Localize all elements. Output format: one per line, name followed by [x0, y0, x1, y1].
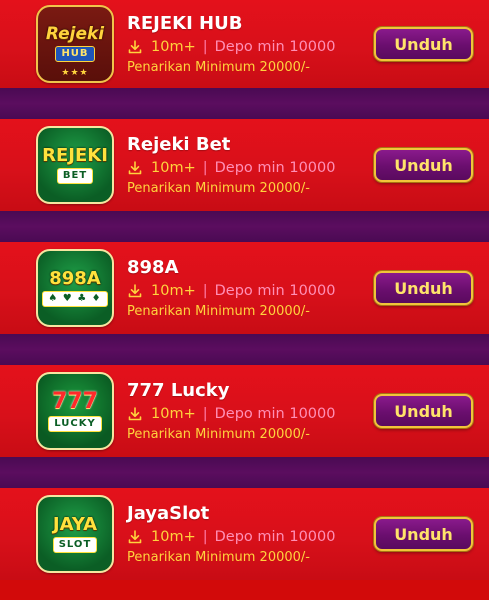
- separator: [0, 457, 489, 488]
- icon-logo-subtext: BET: [56, 167, 94, 184]
- download-button[interactable]: Unduh: [374, 27, 473, 61]
- 898a-app-icon[interactable]: 898A ♠ ♥ ♣ ♦: [36, 249, 114, 327]
- separator: [0, 211, 489, 242]
- rejeki-bet-app-icon[interactable]: REJEKI BET: [36, 126, 114, 204]
- separator: [0, 334, 489, 365]
- download-button[interactable]: Unduh: [374, 148, 473, 182]
- withdraw-min: Penarikan Minimum 20000/-: [127, 549, 310, 565]
- icon-logo-text: JAYA: [52, 513, 98, 535]
- icon-logo-text: REJEKI: [42, 144, 108, 166]
- download-icon: [128, 529, 142, 543]
- download-count: 10m+: [151, 38, 196, 55]
- icon-logo-text: 777: [52, 388, 98, 414]
- withdraw-min: Penarikan Minimum 20000/-: [127, 180, 310, 196]
- download-icon: [128, 160, 142, 174]
- download-count: 10m+: [151, 282, 196, 299]
- deposit-min: Depo min 10000: [214, 405, 336, 422]
- download-icon: [128, 283, 142, 297]
- deposit-min: Depo min 10000: [214, 528, 336, 545]
- 777-lucky-app-icon[interactable]: 777 LUCKY: [36, 372, 114, 450]
- app-card: REJEKI BET Rejeki Bet 10m+ | Depo min 10…: [0, 119, 489, 211]
- download-button[interactable]: Unduh: [374, 271, 473, 305]
- withdraw-min: Penarikan Minimum 20000/-: [127, 59, 310, 75]
- separator: [0, 88, 489, 119]
- icon-logo-subtext: ♠ ♥ ♣ ♦: [42, 290, 108, 307]
- app-card: JAYA SLOT JayaSlot 10m+ | Depo min 10000…: [0, 488, 489, 580]
- download-count: 10m+: [151, 528, 196, 545]
- app-list: Rejeki HUB ★★★ REJEKI HUB 10m+ | Depo mi…: [0, 0, 489, 600]
- deposit-min: Depo min 10000: [214, 38, 336, 55]
- icon-logo-text: Rejeki: [45, 24, 105, 44]
- download-button[interactable]: Unduh: [374, 394, 473, 428]
- withdraw-min: Penarikan Minimum 20000/-: [127, 303, 310, 319]
- icon-logo-subtext: LUCKY: [48, 415, 102, 432]
- icon-logo-subtext: SLOT: [52, 536, 98, 553]
- divider: |: [202, 38, 208, 55]
- app-card: 777 LUCKY 777 Lucky 10m+ | Depo min 1000…: [0, 365, 489, 457]
- app-card: 898A ♠ ♥ ♣ ♦ 898A 10m+ | Depo min 10000 …: [0, 242, 489, 334]
- withdraw-min: Penarikan Minimum 20000/-: [127, 426, 310, 442]
- divider: |: [202, 528, 208, 545]
- download-icon: [128, 39, 142, 53]
- icon-logo-subtext: HUB: [55, 46, 95, 62]
- icon-logo-text: 898A: [49, 267, 101, 289]
- rejeki-hub-app-icon[interactable]: Rejeki HUB ★★★: [36, 5, 114, 83]
- stars-icon: ★★★: [61, 68, 89, 78]
- download-button[interactable]: Unduh: [374, 517, 473, 551]
- divider: |: [202, 159, 208, 176]
- divider: |: [202, 405, 208, 422]
- divider: |: [202, 282, 208, 299]
- app-card: Rejeki HUB ★★★ REJEKI HUB 10m+ | Depo mi…: [0, 0, 489, 88]
- jayaslot-app-icon[interactable]: JAYA SLOT: [36, 495, 114, 573]
- download-count: 10m+: [151, 405, 196, 422]
- download-count: 10m+: [151, 159, 196, 176]
- download-icon: [128, 406, 142, 420]
- deposit-min: Depo min 10000: [214, 159, 336, 176]
- deposit-min: Depo min 10000: [214, 282, 336, 299]
